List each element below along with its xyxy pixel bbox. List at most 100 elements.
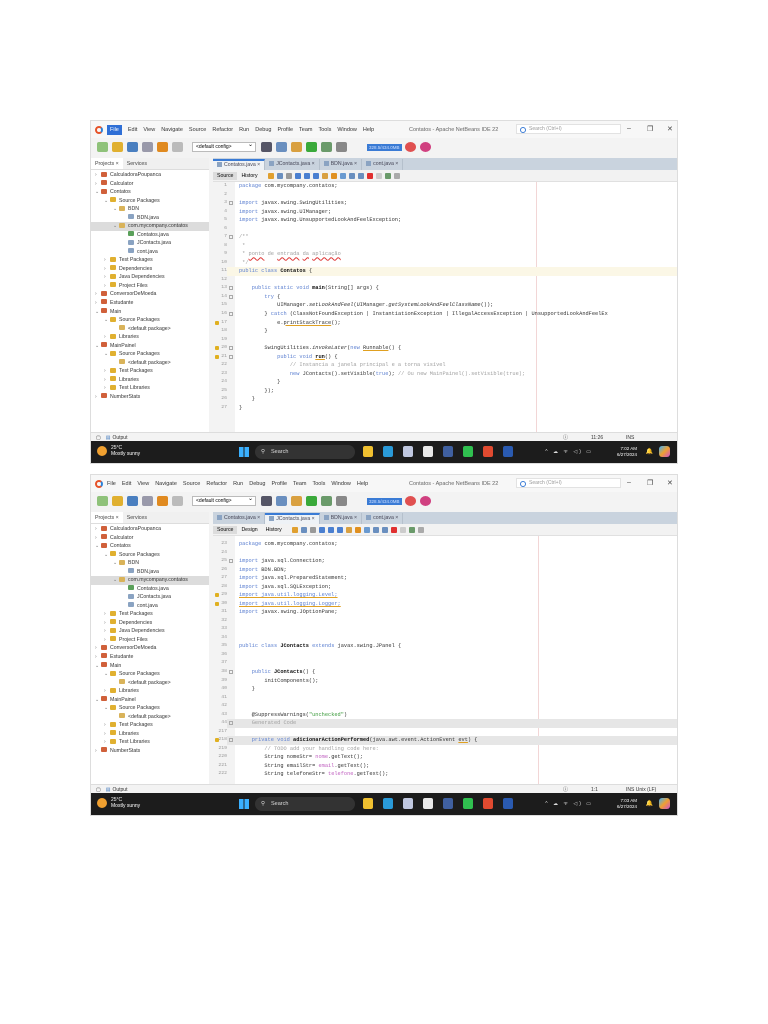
- warning-icon[interactable]: [215, 346, 219, 351]
- tree-item[interactable]: ⌄ BDN: [91, 205, 209, 214]
- warning-icon[interactable]: [215, 738, 219, 743]
- editor-tool-icon[interactable]: [294, 172, 301, 179]
- warning-icon[interactable]: [215, 593, 219, 598]
- whatsapp-icon[interactable]: [463, 446, 473, 457]
- menu-view[interactable]: View: [143, 127, 155, 133]
- run-icon[interactable]: [306, 496, 317, 506]
- undo-icon[interactable]: [157, 496, 168, 506]
- tree-item[interactable]: › NumberStats: [91, 393, 209, 402]
- tree-item[interactable]: › Project Files: [91, 636, 209, 645]
- tree-item[interactable]: ⌄ com.mycompany.contatos: [91, 222, 209, 231]
- tree-item[interactable]: ⌄ Source Packages: [91, 670, 209, 679]
- tree-item[interactable]: JContacts.java: [91, 593, 209, 602]
- editor-tool-icon[interactable]: [336, 526, 343, 533]
- ide-icon[interactable]: [443, 446, 453, 457]
- editor-tool-icon[interactable]: [363, 526, 370, 533]
- new-project-icon[interactable]: [112, 496, 123, 506]
- menu-help[interactable]: Help: [363, 127, 374, 133]
- menu-help[interactable]: Help: [357, 481, 368, 487]
- tree-item[interactable]: ⌄ Contatos: [91, 542, 209, 551]
- tree-item[interactable]: ⌄ Contatos: [91, 188, 209, 197]
- tree-item[interactable]: ⌄ Main: [91, 662, 209, 671]
- weather-widget[interactable]: 25°C Mostly sunny: [97, 797, 140, 809]
- tab-cont[interactable]: cont.java ×: [362, 159, 404, 170]
- minimize-window-icon[interactable]: ▢: [96, 435, 101, 441]
- editor-tool-icon[interactable]: [318, 526, 325, 533]
- menu-team[interactable]: Team: [299, 127, 312, 133]
- mode-design[interactable]: Design: [237, 526, 261, 534]
- restore-icon[interactable]: ❐: [647, 479, 653, 487]
- menu-tools[interactable]: Tools: [319, 127, 332, 133]
- open-project-icon[interactable]: [127, 496, 138, 506]
- editor-tool-icon[interactable]: [375, 172, 382, 179]
- fold-toggle-icon[interactable]: [229, 294, 233, 299]
- save-all-icon[interactable]: [142, 142, 153, 152]
- tab-bdn[interactable]: BDN.java ×: [320, 513, 363, 524]
- menu-edit[interactable]: Edit: [122, 481, 131, 487]
- menu-edit[interactable]: Edit: [128, 127, 137, 133]
- editor-tool-icon[interactable]: [357, 172, 364, 179]
- weather-widget[interactable]: 25°C Mostly sunny: [97, 445, 140, 457]
- undo-icon[interactable]: [157, 142, 168, 152]
- tab-contatos[interactable]: Contatos.java ×: [213, 159, 266, 170]
- warning-icon[interactable]: [215, 320, 219, 325]
- mode-history[interactable]: History: [237, 172, 261, 180]
- editor-tool-icon[interactable]: [345, 526, 352, 533]
- editor-tool-icon[interactable]: [393, 172, 400, 179]
- netbeans-icon[interactable]: [403, 446, 413, 457]
- editor-tool-icon[interactable]: [327, 526, 334, 533]
- editor-tool-icon[interactable]: [417, 526, 424, 533]
- fold-toggle-icon[interactable]: [229, 738, 233, 743]
- tree-item[interactable]: ⌄ Source Packages: [91, 704, 209, 713]
- tree-item[interactable]: › Test Packages: [91, 721, 209, 730]
- tree-item[interactable]: ⌄ MainPainel: [91, 342, 209, 351]
- menu-run[interactable]: Run: [233, 481, 243, 487]
- tree-item[interactable]: BDN.java: [91, 214, 209, 223]
- menu-refactor[interactable]: Refactor: [212, 127, 233, 133]
- mode-history[interactable]: History: [262, 526, 286, 534]
- tree-item[interactable]: Contatos.java: [91, 585, 209, 594]
- menu-debug[interactable]: Debug: [255, 127, 271, 133]
- minimize-icon[interactable]: –: [627, 125, 631, 132]
- editor-tool-icon[interactable]: [303, 172, 310, 179]
- tree-item[interactable]: <default package>: [91, 325, 209, 334]
- tree-item[interactable]: › NumberStats: [91, 747, 209, 756]
- store-icon[interactable]: [423, 798, 433, 809]
- tree-item[interactable]: › Test Packages: [91, 610, 209, 619]
- mode-source[interactable]: Source: [213, 525, 238, 534]
- tree-item[interactable]: <default package>: [91, 359, 209, 368]
- editor-tool-icon[interactable]: [285, 172, 292, 179]
- panel-tab-projects[interactable]: Projects ×: [91, 158, 123, 169]
- tree-item[interactable]: <default package>: [91, 713, 209, 722]
- word-icon[interactable]: [503, 798, 513, 809]
- panel-tab-projects[interactable]: Projects ×: [91, 512, 123, 523]
- output-label[interactable]: Output: [112, 435, 127, 441]
- fold-toggle-icon[interactable]: [229, 311, 233, 316]
- tree-item[interactable]: › Project Files: [91, 282, 209, 291]
- editor-tool-icon[interactable]: [366, 172, 373, 179]
- editor-tool-icon[interactable]: [267, 172, 274, 179]
- tree-item[interactable]: › ConversorDeMoeda: [91, 644, 209, 653]
- tree-item[interactable]: › Java Dependencies: [91, 627, 209, 636]
- menu-tools[interactable]: Tools: [313, 481, 326, 487]
- open-project-icon[interactable]: [127, 142, 138, 152]
- minimize-window-icon[interactable]: ▢: [96, 787, 101, 793]
- editor-tool-icon[interactable]: [381, 526, 388, 533]
- tree-item[interactable]: › Libraries: [91, 687, 209, 696]
- tree-item[interactable]: › Test Packages: [91, 256, 209, 265]
- profile-icon[interactable]: [336, 496, 347, 506]
- fold-toggle-icon[interactable]: [229, 201, 233, 206]
- globe-icon[interactable]: [261, 142, 272, 152]
- redo-icon[interactable]: [172, 142, 183, 152]
- tree-item[interactable]: › Dependencies: [91, 265, 209, 274]
- start-button[interactable]: [239, 447, 249, 457]
- chrome-icon[interactable]: [483, 798, 493, 809]
- clock[interactable]: 7:03 AM 6/27/2024: [617, 798, 637, 810]
- fold-toggle-icon[interactable]: [229, 346, 233, 351]
- tree-item[interactable]: › Libraries: [91, 730, 209, 739]
- clean-build-icon[interactable]: [291, 142, 302, 152]
- search-input[interactable]: Search (Ctrl+I): [516, 478, 621, 488]
- clock[interactable]: 7:02 AM 6/27/2024: [617, 446, 637, 458]
- editor-tool-icon[interactable]: [312, 172, 319, 179]
- ide-icon[interactable]: [443, 798, 453, 809]
